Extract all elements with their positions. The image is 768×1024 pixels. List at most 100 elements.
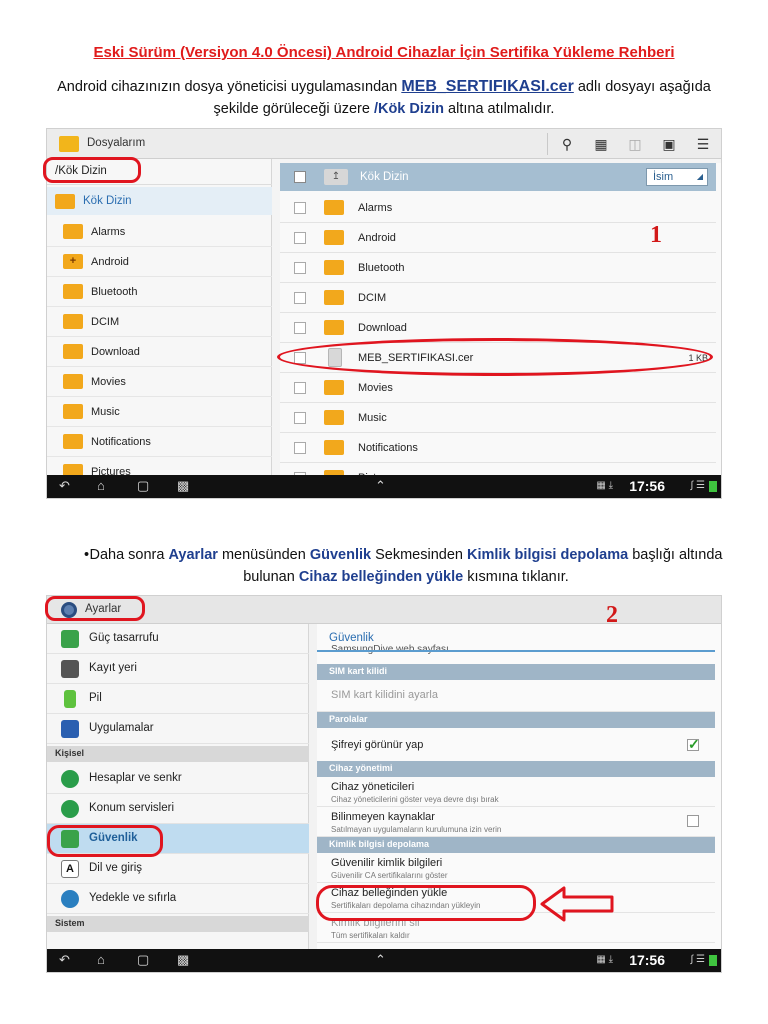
intro-filename: MEB_SERTIFIKASI.cer — [401, 78, 574, 95]
folder-tree-pane: /Kök Dizin Kök Dizin Alarms + Android Blu… — [47, 159, 272, 487]
step2-text-1: Daha sonra — [89, 547, 169, 563]
step2-option: Cihaz belleğinden yükle — [298, 569, 464, 585]
recent-apps-icon[interactable]: ▢ — [137, 478, 149, 494]
chevron-up-icon[interactable]: ⌃ — [375, 952, 386, 968]
screenshot-icon[interactable]: ▩ — [177, 952, 189, 968]
menu-item-power-saving[interactable]: Güç tasarrufu — [47, 624, 309, 654]
setting-trusted-credentials[interactable]: Güvenilir kimlik bilgileri Güvenilir CA s… — [317, 853, 715, 883]
signal-icons: ∫ ☰ — [690, 480, 705, 491]
setting-sim-lock[interactable]: SIM kart kilidini ayarla — [317, 680, 715, 712]
folder-icon — [63, 314, 83, 329]
tree-root-item[interactable]: Kök Dizin — [47, 187, 272, 215]
section-label: SIM kart kilidi — [329, 666, 388, 676]
recent-apps-icon[interactable]: ▢ — [137, 952, 149, 968]
file-list-pane: ↥ Kök Dizin İsim ◢ Alarms Android Blueto… — [280, 163, 721, 493]
file-list-header: ↥ Kök Dizin İsim ◢ — [280, 163, 716, 191]
chevron-up-icon[interactable]: ⌃ — [375, 478, 386, 494]
back-icon[interactable]: ↶ — [59, 478, 70, 494]
tree-item-label: Movies — [91, 376, 126, 388]
power-saving-icon — [61, 630, 79, 648]
row-checkbox[interactable] — [294, 262, 306, 274]
row-checkbox[interactable] — [294, 202, 306, 214]
battery-icon — [709, 481, 717, 492]
section-label: Cihaz yönetimi — [329, 763, 393, 773]
tree-item[interactable]: + Android — [47, 247, 272, 277]
tree-item[interactable]: DCIM — [47, 307, 272, 337]
menu-item-accounts[interactable]: Hesaplar ve senkr — [47, 764, 309, 794]
menu-item-label: Dil ve giriş — [89, 862, 143, 874]
file-name: DCIM — [358, 292, 387, 304]
tree-item[interactable]: Alarms — [47, 217, 272, 247]
section-label: Kimlik bilgisi depolama — [329, 839, 430, 849]
new-folder-icon[interactable]: ▣ — [661, 136, 677, 152]
tree-item[interactable]: Bluetooth — [47, 277, 272, 307]
highlight-security-menu-box — [47, 825, 163, 857]
back-icon[interactable]: ↶ — [59, 952, 70, 968]
row-checkbox[interactable] — [294, 412, 306, 424]
screenshot-icon[interactable]: ▩ — [177, 478, 189, 494]
row-checkbox[interactable] — [294, 322, 306, 334]
setting-device-admins[interactable]: Cihaz yöneticileri Cihaz yöneticilerini g… — [317, 777, 715, 807]
up-folder-icon[interactable]: ↥ — [324, 169, 348, 185]
tree-item-label: Android — [91, 256, 129, 268]
tree-item[interactable]: Download — [47, 337, 272, 367]
file-row[interactable]: Notifications — [280, 433, 716, 463]
sort-dropdown[interactable]: İsim ◢ — [646, 168, 708, 186]
row-checkbox[interactable] — [294, 232, 306, 244]
menu-item-storage[interactable]: Kayıt yeri — [47, 654, 309, 684]
home-icon[interactable]: ⌂ — [97, 478, 105, 494]
menu-item-location[interactable]: Konum servisleri — [47, 794, 309, 824]
row-checkbox[interactable] — [294, 442, 306, 454]
menu-item-language[interactable]: A Dil ve giriş — [47, 854, 309, 884]
section-header-system: Sistem — [47, 916, 309, 932]
file-list-header-label: Kök Dizin — [360, 171, 409, 183]
menu-item-applications[interactable]: Uygulamalar — [47, 714, 309, 744]
row-checkbox[interactable] — [294, 292, 306, 304]
grid-view-icon[interactable]: ▦ — [593, 136, 609, 152]
settings-menu-pane: Güç tasarrufu Kayıt yeri Pil Uygulamalar… — [47, 624, 309, 951]
tree-item[interactable]: Notifications — [47, 427, 272, 457]
file-row[interactable]: Music — [280, 403, 716, 433]
highlight-path-box — [43, 157, 141, 183]
setting-unknown-sources[interactable]: Bilinmeyen kaynaklar Satılmayan uygulamal… — [317, 807, 715, 837]
move-folder-icon[interactable]: ◫ — [627, 136, 643, 152]
setting-title: SIM kart kilidini ayarla — [331, 689, 438, 701]
backup-icon — [61, 890, 79, 908]
step2-tab: Güvenlik — [309, 547, 372, 563]
file-name: Download — [358, 322, 407, 334]
unknown-sources-checkbox[interactable] — [687, 815, 699, 827]
step-marker-1: 1 — [650, 222, 662, 248]
home-icon[interactable]: ⌂ — [97, 952, 105, 968]
dropdown-corner-icon: ◢ — [696, 172, 703, 181]
file-name: Bluetooth — [358, 262, 405, 274]
file-name: Notifications — [358, 442, 418, 454]
folder-icon — [63, 284, 83, 299]
menu-item-battery[interactable]: Pil — [47, 684, 309, 714]
file-row[interactable]: Bluetooth — [280, 253, 716, 283]
step2-text-5: kısmına tıklanır. — [463, 569, 569, 585]
setting-subtitle: Cihaz yöneticilerini göster veya devre d… — [331, 795, 499, 804]
menu-icon[interactable]: ☰ — [695, 136, 711, 152]
security-header: Güvenlik — [329, 632, 374, 644]
menu-item-backup[interactable]: Yedekle ve sıfırla — [47, 884, 309, 914]
file-row[interactable]: DCIM — [280, 283, 716, 313]
step2-heading: Kimlik bilgisi depolama — [467, 547, 629, 563]
folder-icon — [324, 200, 344, 215]
intro-text-1: Android cihazınızın dosya yöneticisi uyg… — [57, 79, 402, 95]
file-row[interactable]: Alarms — [280, 193, 716, 223]
row-checkbox[interactable] — [294, 382, 306, 394]
storage-icon — [61, 660, 79, 678]
menu-item-label: Hesaplar ve senkr — [89, 772, 182, 784]
select-all-checkbox[interactable] — [294, 171, 306, 183]
search-icon[interactable]: ⚲ — [559, 136, 575, 152]
show-password-checkbox[interactable] — [687, 736, 700, 753]
tree-item[interactable]: Music — [47, 397, 272, 427]
section-sim-lock: SIM kart kilidi — [317, 664, 715, 680]
section-credential-storage: Kimlik bilgisi depolama — [317, 837, 715, 853]
toolbar-separator — [547, 133, 548, 155]
folder-icon — [63, 224, 83, 239]
folder-icon — [324, 440, 344, 455]
file-row[interactable]: Movies — [280, 373, 716, 403]
tree-item[interactable]: Movies — [47, 367, 272, 397]
setting-show-password[interactable]: Şifreyi görünür yap — [317, 728, 715, 762]
